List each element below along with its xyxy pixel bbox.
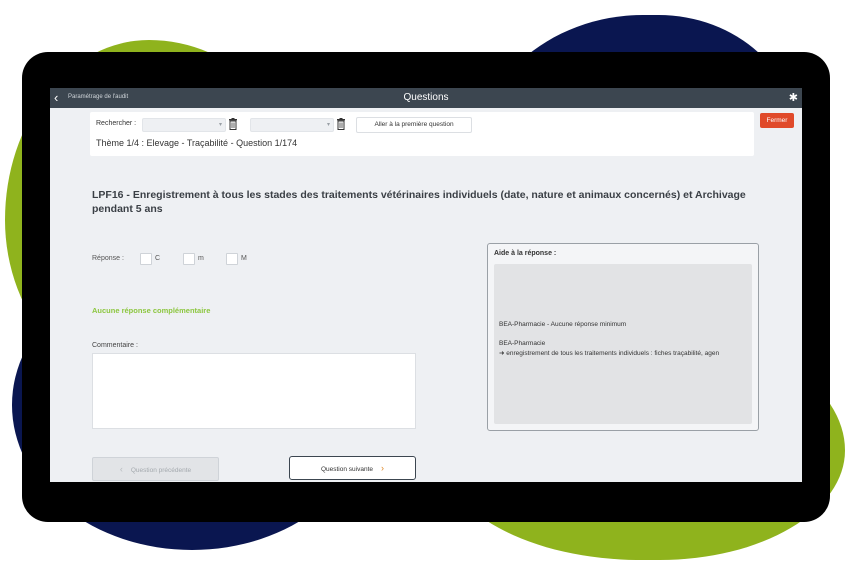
chevron-left-icon: ‹: [119, 464, 123, 474]
response-option-label: m: [198, 255, 204, 262]
top-bar: ‹ Paramétrage de l'audit Questions ✱: [50, 88, 802, 108]
trash-icon[interactable]: [228, 118, 238, 130]
chevron-down-icon: ▾: [326, 122, 330, 128]
close-button[interactable]: Fermer: [760, 113, 794, 128]
response-checkbox-c[interactable]: [140, 253, 152, 265]
theme-select[interactable]: ▾: [142, 118, 226, 132]
help-line: BEA-Pharmacie: [499, 340, 546, 347]
goto-first-question-button[interactable]: Aller à la première question: [356, 117, 472, 133]
comment-label: Commentaire :: [92, 342, 138, 349]
comment-textarea[interactable]: [92, 353, 416, 429]
gear-icon[interactable]: ✱: [789, 91, 798, 105]
search-label: Rechercher :: [96, 120, 137, 127]
help-panel: Aide à la réponse : BEA-Pharmacie - Aucu…: [487, 243, 759, 431]
previous-question-button[interactable]: ‹ Question précédente: [92, 457, 219, 481]
help-title: Aide à la réponse :: [494, 250, 557, 257]
trash-icon[interactable]: [336, 118, 346, 130]
chevron-right-icon: ›: [381, 463, 385, 473]
help-content: BEA-Pharmacie - Aucune réponse minimum B…: [494, 264, 752, 424]
question-text: LPF16 - Enregistrement à tous les stades…: [92, 189, 746, 215]
response-option-label: C: [155, 255, 161, 262]
help-line: BEA-Pharmacie - Aucune réponse minimum: [499, 321, 627, 328]
help-line: ➜ enregistrement de tous les traitements…: [499, 350, 720, 357]
app-screen: ‹ Paramétrage de l'audit Questions ✱ Rec…: [50, 88, 802, 482]
page-title: Questions: [403, 92, 449, 103]
response-checkbox-m-lower[interactable]: [183, 253, 195, 265]
search-panel: Rechercher : ▾ ▾ Aller à la première que…: [90, 112, 754, 156]
next-question-button[interactable]: Question suivante ›: [289, 456, 416, 480]
no-complementary-response: Aucune réponse complémentaire: [92, 306, 211, 315]
response-option-label: M: [241, 255, 247, 262]
response-label: Réponse :: [92, 255, 124, 262]
theme-progress: Thème 1/4 : Elevage - Traçabilité - Ques…: [96, 138, 298, 148]
chevron-down-icon: ▾: [218, 122, 222, 128]
question-select[interactable]: ▾: [250, 118, 334, 132]
response-checkbox-m-upper[interactable]: [226, 253, 238, 265]
